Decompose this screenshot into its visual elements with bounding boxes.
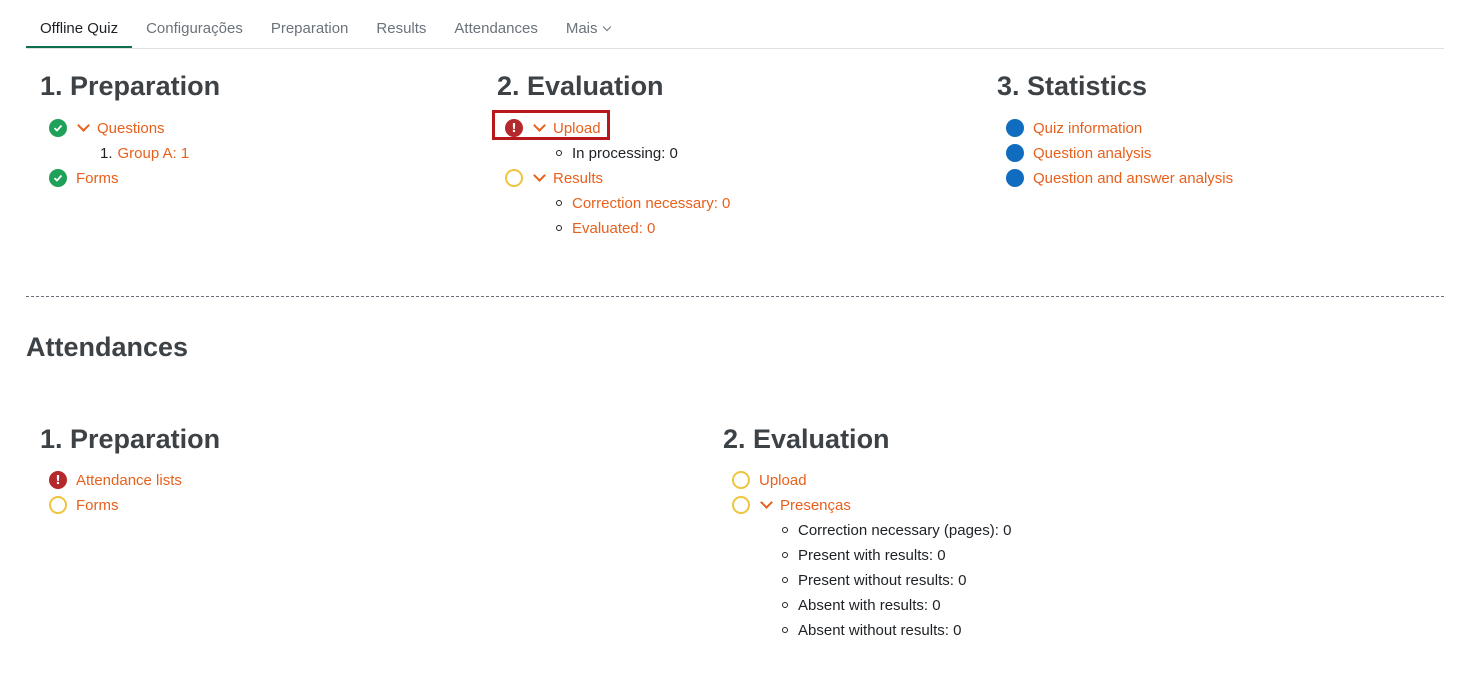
attendance-lists-link[interactable]: Attendance lists xyxy=(76,472,182,489)
tab-more-label: Mais xyxy=(565,20,598,37)
quiz-results-row: Results xyxy=(505,168,603,188)
quiz-questions-row: Questions xyxy=(49,118,165,138)
group-number: 1. xyxy=(100,144,113,162)
evaluated-row: Evaluated: 0 xyxy=(556,218,655,238)
chevron-down-icon[interactable] xyxy=(760,495,773,509)
empty-circle-icon xyxy=(505,169,523,187)
correction-pages-text: Correction necessary (pages): 0 xyxy=(798,521,1012,539)
attendances-forms-row: Forms xyxy=(49,495,119,515)
results-link[interactable]: Results xyxy=(553,170,603,187)
in-processing-text: In processing: 0 xyxy=(572,144,678,162)
page: Offline Quiz Configurações Preparation R… xyxy=(0,0,1469,674)
bullet-icon xyxy=(782,527,788,533)
question-answer-analysis-link[interactable]: Question and answer analysis xyxy=(1033,170,1233,187)
quiz-preparation-title: 1. Preparation xyxy=(40,71,221,101)
empty-circle-icon xyxy=(49,496,67,514)
present-without-results-row: Present without results: 0 xyxy=(782,570,966,590)
absent-with-results-text: Absent with results: 0 xyxy=(798,596,941,614)
presencas-row: Presenças xyxy=(732,495,851,515)
forms-link[interactable]: Forms xyxy=(76,170,119,187)
tab-attendances[interactable]: Attendances xyxy=(440,1,551,48)
upload-link[interactable]: Upload xyxy=(553,120,601,137)
bullet-icon xyxy=(556,200,562,206)
check-circle-icon xyxy=(49,119,67,137)
quiz-statistics-title: 3. Statistics xyxy=(997,71,1148,101)
quiz-upload-row: ! Upload xyxy=(505,118,601,138)
correction-necessary-row: Correction necessary: 0 xyxy=(556,193,730,213)
exclamation-circle-icon: ! xyxy=(505,119,523,137)
empty-circle-icon xyxy=(732,471,750,489)
question-answer-analysis-row: Question and answer analysis xyxy=(1006,168,1233,188)
attendances-title: Attendances xyxy=(26,332,189,362)
tab-bar: Offline Quiz Configurações Preparation R… xyxy=(26,0,1444,49)
attendances-upload-link[interactable]: Upload xyxy=(759,472,807,489)
tab-offline-quiz[interactable]: Offline Quiz xyxy=(26,1,133,48)
bullet-icon xyxy=(782,577,788,583)
correction-necessary-link[interactable]: Correction necessary: 0 xyxy=(572,195,730,212)
tab-results[interactable]: Results xyxy=(362,1,440,48)
tab-preparation[interactable]: Preparation xyxy=(257,1,363,48)
attendances-evaluation-title: 2. Evaluation xyxy=(723,424,890,454)
attendance-lists-row: ! Attendance lists xyxy=(49,470,182,490)
bullet-icon xyxy=(556,150,562,156)
check-circle-icon xyxy=(49,169,67,187)
filled-circle-icon xyxy=(1006,119,1024,137)
tab-more[interactable]: Mais xyxy=(552,1,624,48)
attendances-forms-link[interactable]: Forms xyxy=(76,497,119,514)
questions-link[interactable]: Questions xyxy=(97,120,165,137)
chevron-down-icon[interactable] xyxy=(533,168,546,182)
quiz-evaluation-title: 2. Evaluation xyxy=(497,71,664,101)
quiz-forms-row: Forms xyxy=(49,168,119,188)
question-analysis-link[interactable]: Question analysis xyxy=(1033,145,1151,162)
absent-with-results-row: Absent with results: 0 xyxy=(782,595,941,615)
presencas-link[interactable]: Presenças xyxy=(780,497,851,514)
bullet-icon xyxy=(782,602,788,608)
evaluated-link[interactable]: Evaluated: 0 xyxy=(572,220,655,237)
in-processing-row: In processing: 0 xyxy=(556,143,678,163)
exclamation-circle-icon: ! xyxy=(49,471,67,489)
group-row: 1. Group A: 1 xyxy=(100,143,189,163)
present-with-results-row: Present with results: 0 xyxy=(782,545,946,565)
filled-circle-icon xyxy=(1006,169,1024,187)
attendances-preparation-title: 1. Preparation xyxy=(40,424,221,454)
present-with-results-text: Present with results: 0 xyxy=(798,546,946,564)
group-a-link[interactable]: Group A: 1 xyxy=(118,145,190,162)
empty-circle-icon xyxy=(732,496,750,514)
bullet-icon xyxy=(782,627,788,633)
quiz-information-link[interactable]: Quiz information xyxy=(1033,120,1142,137)
absent-without-results-text: Absent without results: 0 xyxy=(798,621,962,639)
bullet-icon xyxy=(782,552,788,558)
correction-pages-row: Correction necessary (pages): 0 xyxy=(782,520,1011,540)
section-divider xyxy=(26,296,1444,297)
bullet-icon xyxy=(556,225,562,231)
filled-circle-icon xyxy=(1006,144,1024,162)
attendances-upload-row: Upload xyxy=(732,470,807,490)
quiz-information-row: Quiz information xyxy=(1006,118,1142,138)
absent-without-results-row: Absent without results: 0 xyxy=(782,620,961,640)
chevron-down-icon[interactable] xyxy=(533,118,546,132)
chevron-down-icon[interactable] xyxy=(77,118,90,132)
question-analysis-row: Question analysis xyxy=(1006,143,1151,163)
present-without-results-text: Present without results: 0 xyxy=(798,571,967,589)
tab-configuracoes[interactable]: Configurações xyxy=(132,1,257,48)
chevron-down-icon xyxy=(602,22,611,32)
